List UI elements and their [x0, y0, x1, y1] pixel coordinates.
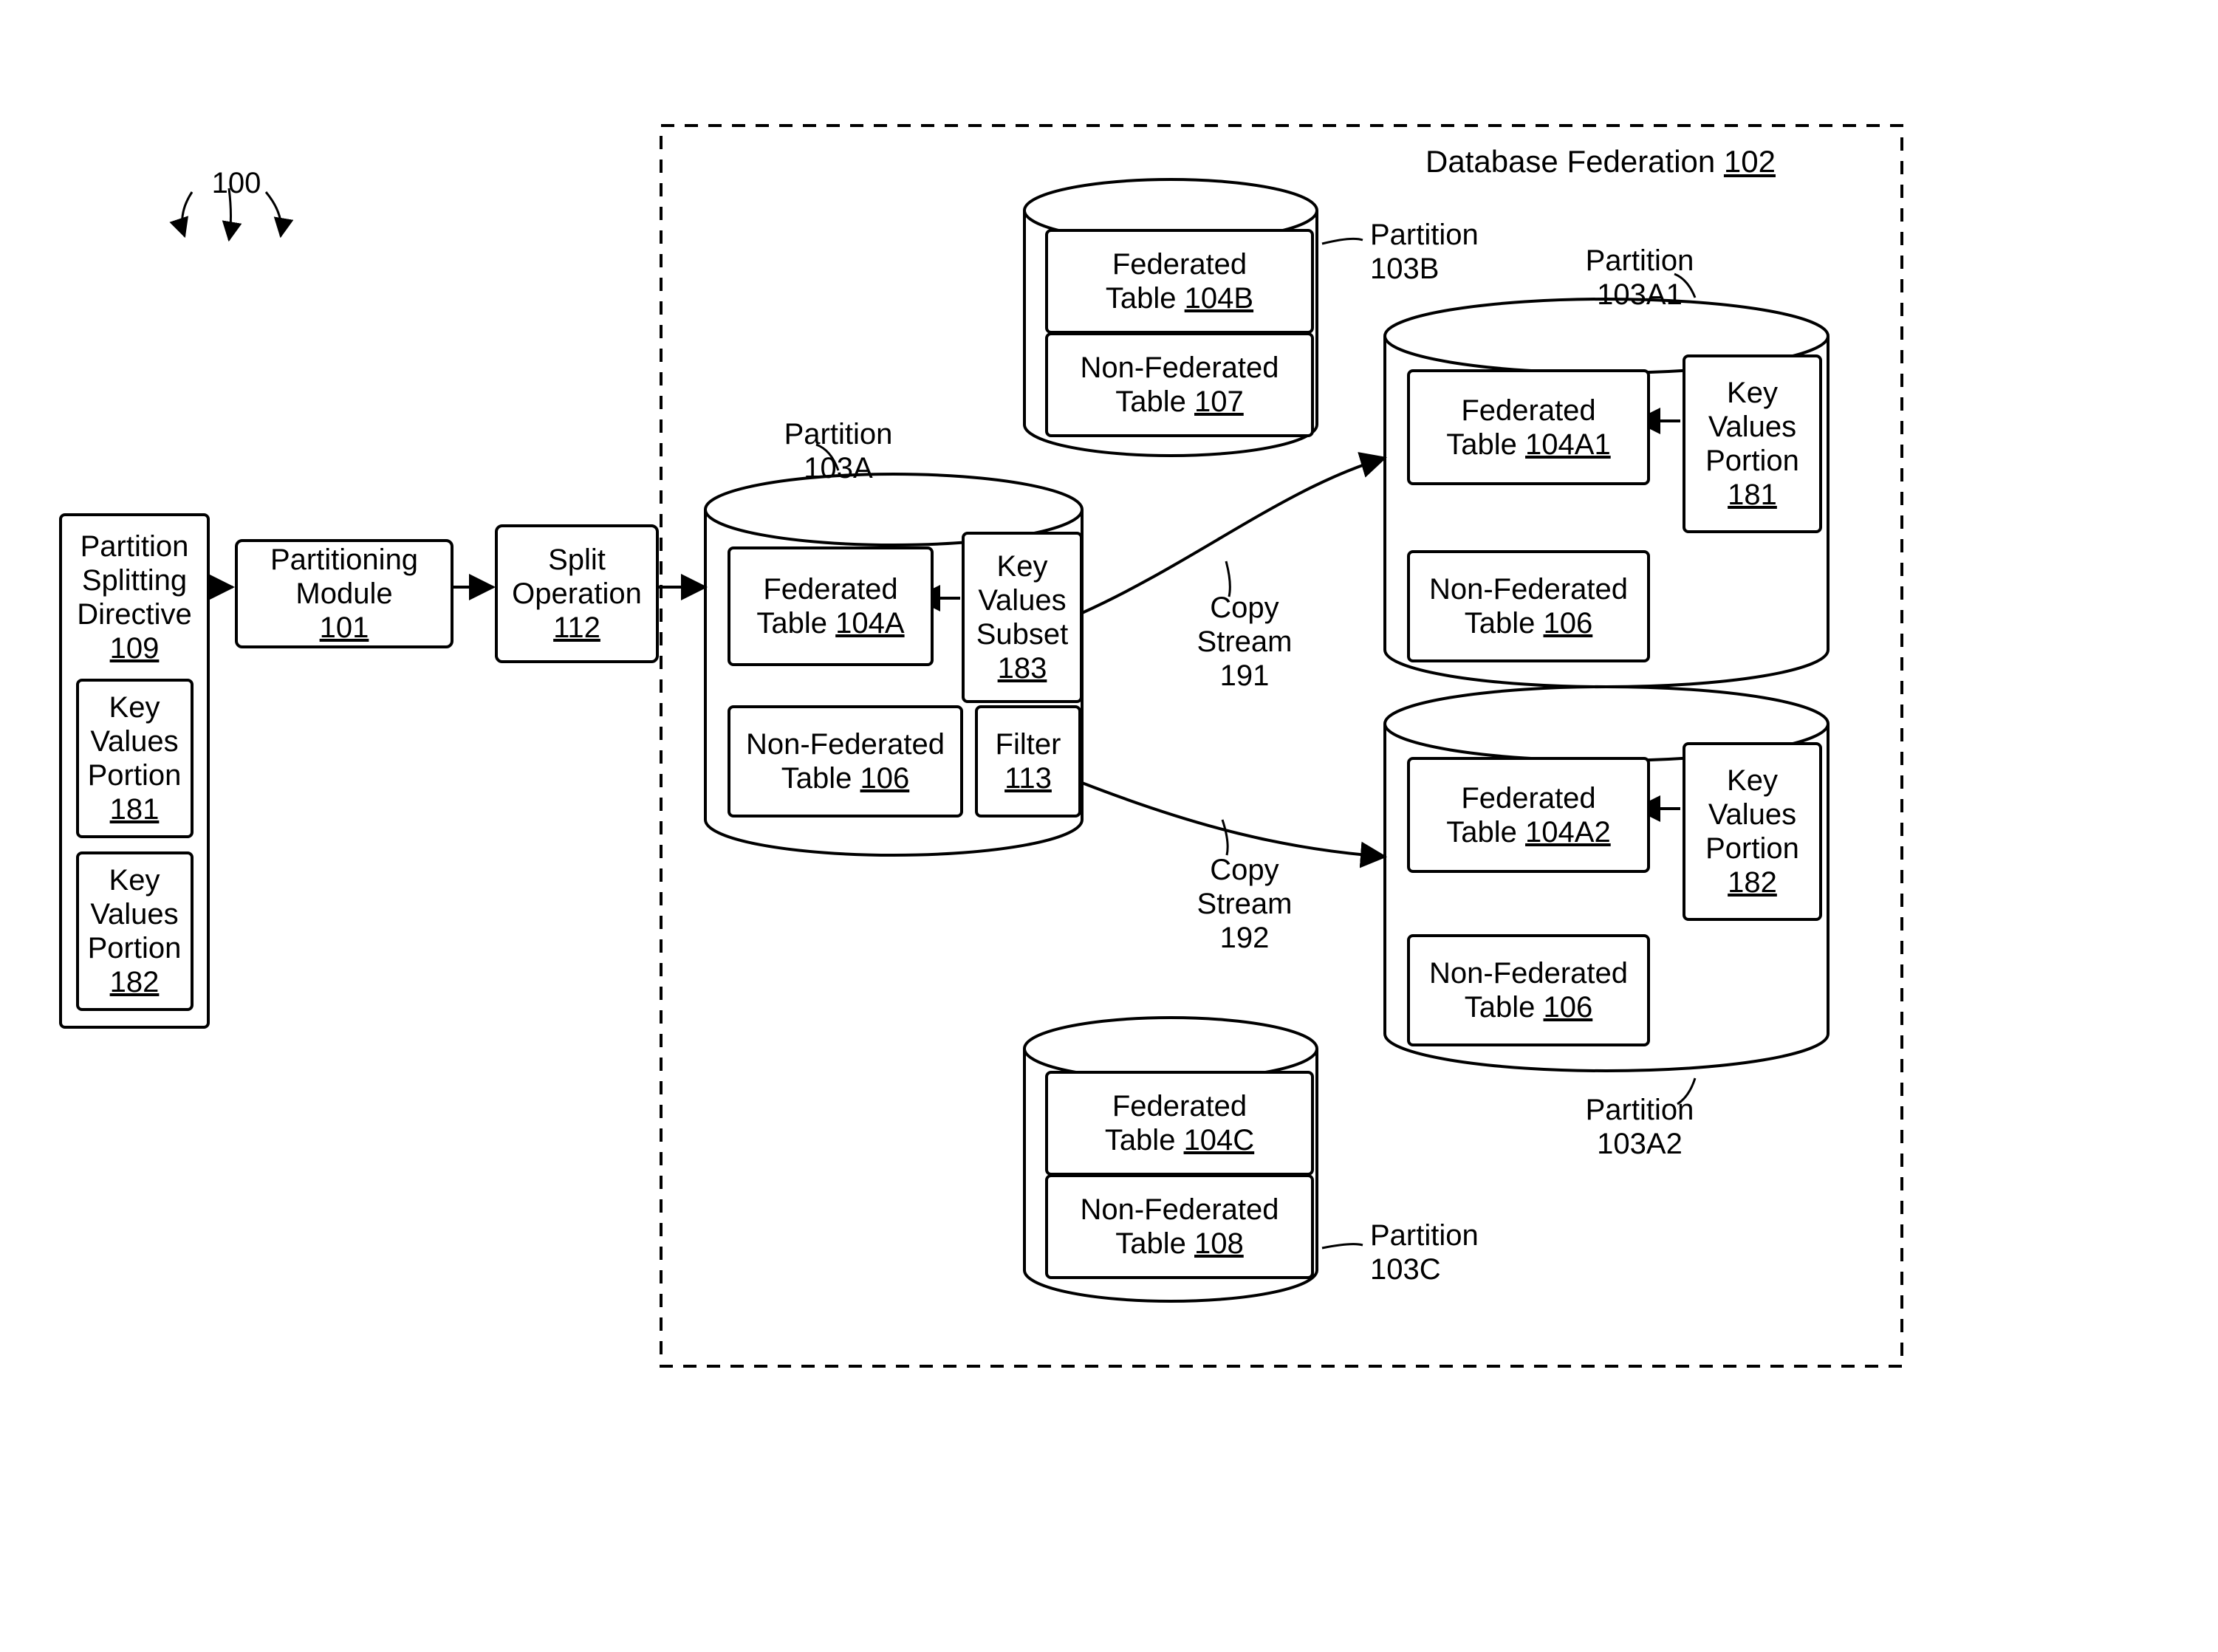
copy192-l2: Stream — [1197, 888, 1293, 920]
fed-104c-l2: Table 104C — [1105, 1123, 1254, 1157]
fed-104a2-l2: Table 104A2 — [1446, 815, 1610, 849]
fed-104a-l2: Table 104A — [756, 606, 904, 640]
partition-103a-label: Partition 103A — [764, 417, 912, 485]
directive-kvp1-l3: Portion — [88, 758, 182, 792]
directive-kvp1-ref: 181 — [110, 792, 160, 826]
kvs-ref: 183 — [998, 651, 1047, 685]
nonfed-table-106-a: Non-Federated Table 106 — [728, 705, 963, 818]
split-op-ref: 112 — [553, 611, 600, 645]
partitioning-module-box: Partitioning Module 101 — [235, 539, 453, 648]
nonfed-106a2-l1: Non-Federated — [1429, 956, 1628, 990]
directive-kvp1-l2: Values — [90, 724, 178, 758]
kvp-181-a1: Key Values Portion 181 — [1683, 354, 1822, 533]
partition-103b-label: Partition 103B — [1370, 218, 1518, 286]
kvp181-l1: Key — [1727, 376, 1778, 410]
kvp182-l3: Portion — [1705, 832, 1799, 866]
fed-104a1-l1: Federated — [1461, 394, 1595, 428]
partitioning-module-l2: Module 101 — [295, 577, 392, 645]
partitioning-module-l1: Partitioning — [270, 543, 418, 577]
partition-103b-l1: Partition — [1370, 219, 1479, 251]
directive-kvp1: Key Values Portion 181 — [76, 679, 194, 838]
fed-104a2-l1: Federated — [1461, 781, 1595, 815]
kvp181-l2: Values — [1708, 410, 1796, 444]
fed-table-104a2: Federated Table 104A2 — [1407, 757, 1650, 873]
copy192-l3: 192 — [1220, 922, 1270, 954]
directive-kvp2-l1: Key — [109, 863, 160, 897]
figure-ref-100: 100 — [192, 166, 281, 200]
nonfed-106a2-l2: Table 106 — [1465, 990, 1593, 1024]
directive-l3: Directive — [77, 597, 192, 631]
partition-103a2-l2: 103A2 — [1597, 1128, 1683, 1160]
diagram-canvas: 100 Database Federation 102 Partition Sp… — [0, 0, 2218, 1652]
directive-kvp1-l1: Key — [109, 690, 160, 724]
fed-104c-l1: Federated — [1112, 1089, 1247, 1123]
nonfed-table-107: Non-Federated Table 107 — [1045, 332, 1314, 437]
nonfed-106a1-l2: Table 106 — [1465, 606, 1593, 640]
figure-ref-text: 100 — [212, 167, 261, 199]
kvp-182-a2: Key Values Portion 182 — [1683, 742, 1822, 921]
fed-104a1-l2: Table 104A1 — [1446, 428, 1610, 462]
fed-104b-l2: Table 104B — [1106, 281, 1253, 315]
filter-ref: 113 — [1004, 761, 1052, 795]
nonfed-table-108: Non-Federated Table 108 — [1045, 1174, 1314, 1279]
partition-103a1-label: Partition 103A1 — [1558, 244, 1721, 312]
kvs-l3: Subset — [976, 617, 1069, 651]
nonfed-107-l2: Table 107 — [1115, 385, 1244, 419]
nonfed-table-106-a1: Non-Federated Table 106 — [1407, 550, 1650, 662]
partition-103a1-l2: 103A1 — [1597, 278, 1683, 311]
copy191-l2: Stream — [1197, 626, 1293, 658]
kvp182-l2: Values — [1708, 798, 1796, 832]
directive-l1: Partition — [81, 529, 189, 563]
directive-kvp2-ref: 182 — [110, 965, 160, 999]
fed-104a-l1: Federated — [763, 572, 897, 606]
nonfed-108-l1: Non-Federated — [1080, 1193, 1279, 1227]
nonfed-table-106-a2: Non-Federated Table 106 — [1407, 934, 1650, 1046]
partition-103a-l1: Partition — [784, 418, 893, 450]
federation-title: Database Federation 102 — [1425, 144, 1776, 179]
partition-103a2-label: Partition 103A2 — [1558, 1093, 1721, 1161]
copy-stream-192-label: Copy Stream 192 — [1178, 853, 1311, 955]
directive-kvp2-l2: Values — [90, 897, 178, 931]
fed-table-104a: Federated Table 104A — [728, 546, 934, 666]
fed-table-104c: Federated Table 104C — [1045, 1071, 1314, 1176]
directive-ref: 109 — [110, 631, 160, 665]
partition-103c-l1: Partition — [1370, 1219, 1479, 1252]
split-op-l2: Operation — [512, 577, 642, 611]
fed-table-104a1: Federated Table 104A1 — [1407, 369, 1650, 485]
kvp181-l3: Portion — [1705, 444, 1799, 478]
nonfed-106a-l2: Table 106 — [781, 761, 910, 795]
copy-stream-191-label: Copy Stream 191 — [1178, 591, 1311, 693]
kvp182-l1: Key — [1727, 764, 1778, 798]
kvp182-ref: 182 — [1728, 866, 1777, 899]
partition-103a2-l1: Partition — [1586, 1094, 1694, 1126]
copy191-l1: Copy — [1210, 592, 1279, 624]
directive-kvp2: Key Values Portion 182 — [76, 851, 194, 1011]
filter-l1: Filter — [996, 727, 1061, 761]
copy192-l1: Copy — [1210, 854, 1279, 886]
directive-doc: Partition Splitting Directive 109 Key Va… — [59, 513, 210, 1029]
directive-l2: Splitting — [82, 563, 187, 597]
nonfed-106a-l1: Non-Federated — [746, 727, 945, 761]
split-op-l1: Split — [548, 543, 606, 577]
kvs-l2: Values — [978, 583, 1066, 617]
nonfed-107-l1: Non-Federated — [1080, 351, 1279, 385]
kvs-l1: Key — [997, 549, 1048, 583]
kvp181-ref: 181 — [1728, 478, 1777, 512]
copy191-l3: 191 — [1220, 659, 1270, 692]
partition-103b-l2: 103B — [1370, 253, 1439, 285]
directive-kvp2-l3: Portion — [88, 931, 182, 965]
fed-table-104b: Federated Table 104B — [1045, 229, 1314, 334]
filter-113: Filter 113 — [975, 705, 1081, 818]
federation-title-text: Database Federation — [1425, 144, 1724, 179]
nonfed-108-l2: Table 108 — [1115, 1227, 1244, 1261]
split-operation-box: Split Operation 112 — [495, 524, 659, 663]
partition-103a1-l1: Partition — [1586, 244, 1694, 277]
key-values-subset-183: Key Values Subset 183 — [962, 532, 1083, 703]
federation-ref: 102 — [1724, 144, 1776, 179]
partition-103a-l2: 103A — [804, 452, 872, 484]
fed-104b-l1: Federated — [1112, 247, 1247, 281]
nonfed-106a1-l1: Non-Federated — [1429, 572, 1628, 606]
partition-103c-l2: 103C — [1370, 1253, 1441, 1286]
partition-103c-label: Partition 103C — [1370, 1219, 1518, 1286]
